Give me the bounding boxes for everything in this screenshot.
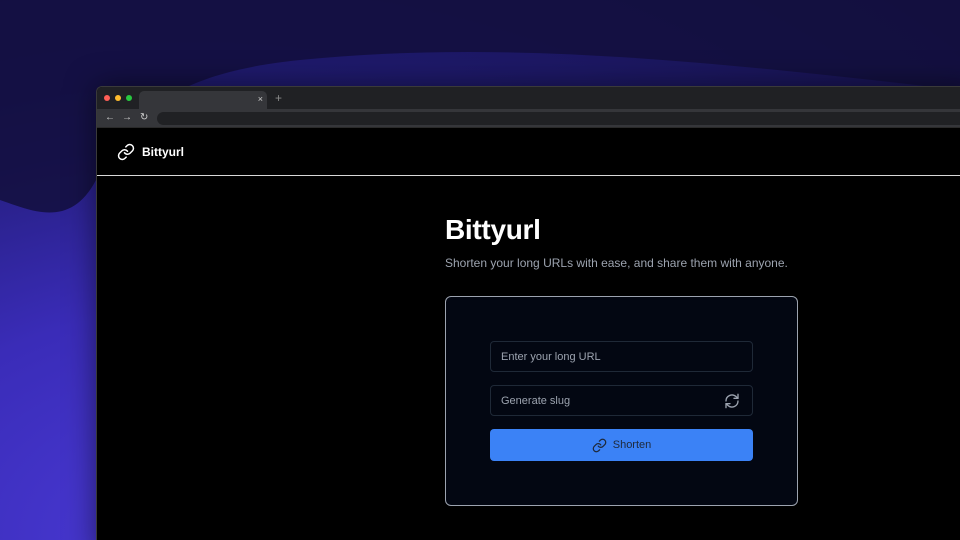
maximize-window-button[interactable]: [126, 95, 132, 101]
link-icon: [117, 143, 135, 161]
shorten-form: Shorten: [445, 296, 798, 506]
page-subtitle: Shorten your long URLs with ease, and sh…: [445, 256, 788, 270]
new-tab-button[interactable]: +: [275, 92, 282, 104]
browser-window: × + ← → ↻ Bittyurl Bittyurl Shorten your…: [96, 86, 960, 540]
refresh-icon[interactable]: [724, 393, 740, 409]
window-controls: [104, 95, 132, 101]
minimize-window-button[interactable]: [115, 95, 121, 101]
address-bar[interactable]: [157, 112, 960, 125]
brand-name: Bittyurl: [142, 145, 184, 159]
browser-tab[interactable]: ×: [139, 91, 267, 109]
page-title: Bittyurl: [445, 214, 541, 245]
browser-tab-bar: × +: [97, 87, 960, 109]
main-content: Bittyurl Shorten your long URLs with eas…: [97, 176, 960, 540]
brand-link[interactable]: Bittyurl: [117, 143, 184, 161]
close-window-button[interactable]: [104, 95, 110, 101]
tab-close-button[interactable]: ×: [258, 94, 263, 104]
slug-field: [490, 385, 753, 416]
app-header: Bittyurl: [97, 128, 960, 176]
reload-button[interactable]: ↻: [140, 111, 148, 125]
browser-toolbar: ← → ↻: [97, 109, 960, 128]
long-url-input[interactable]: [491, 342, 752, 371]
url-field: [490, 341, 753, 372]
shorten-button[interactable]: Shorten: [490, 429, 753, 461]
shorten-button-label: Shorten: [612, 439, 652, 451]
slug-input[interactable]: [491, 386, 752, 415]
back-button[interactable]: ←: [105, 111, 115, 125]
forward-button[interactable]: →: [122, 111, 132, 125]
link-icon: [592, 438, 607, 452]
